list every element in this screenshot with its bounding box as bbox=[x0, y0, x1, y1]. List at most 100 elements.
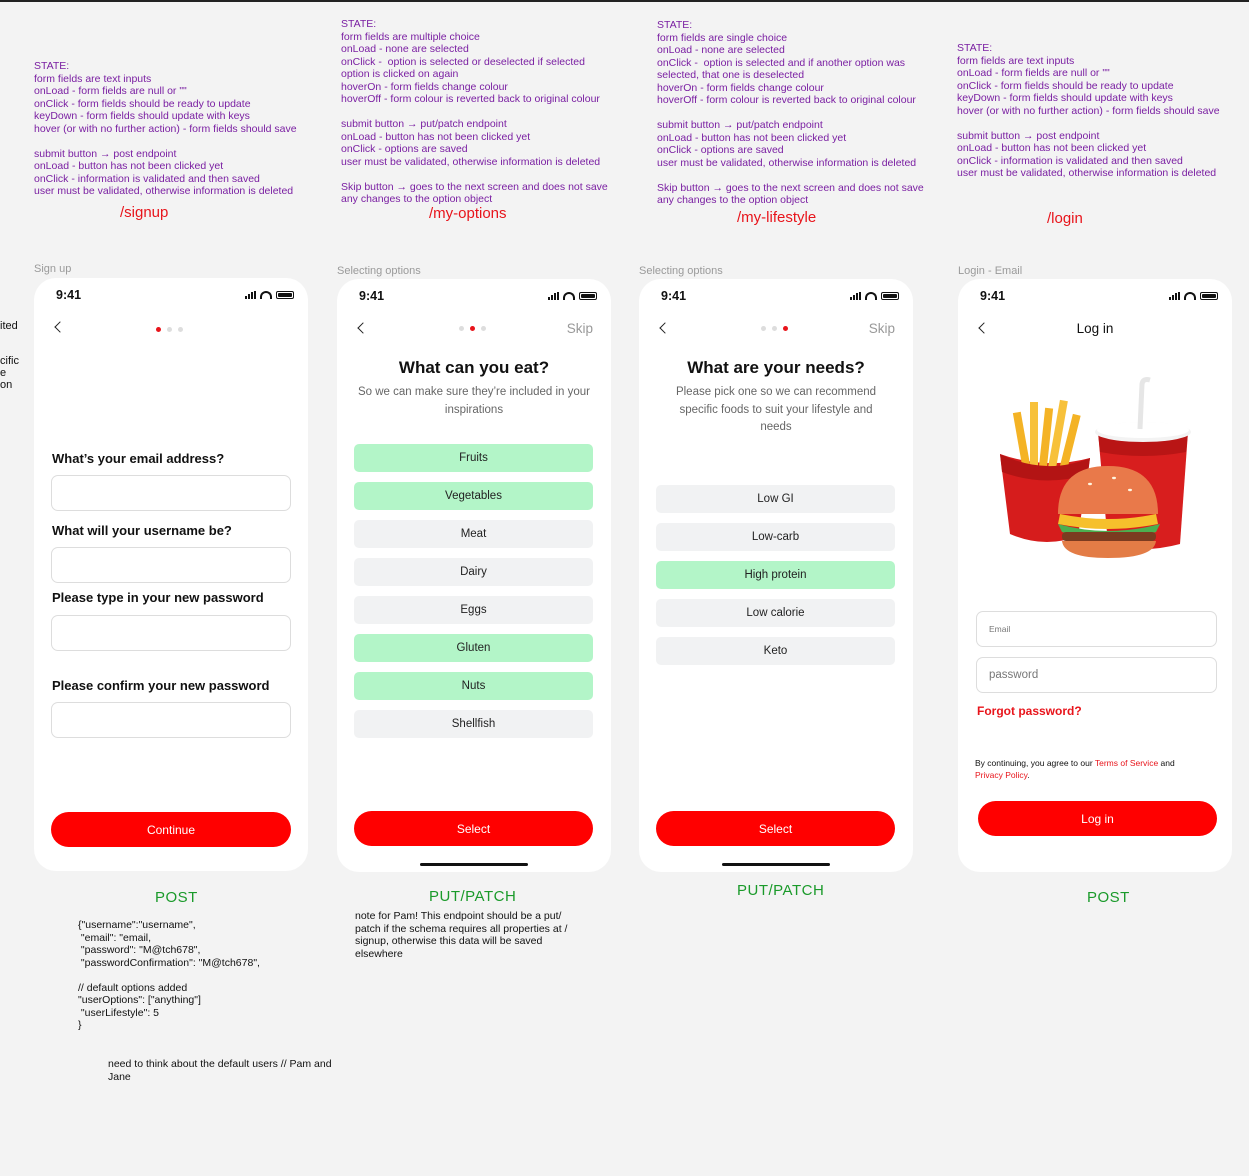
progress-dot-active bbox=[783, 326, 788, 331]
route-login: /login bbox=[1047, 210, 1083, 227]
progress-dots bbox=[459, 326, 486, 331]
status-time: 9:41 bbox=[359, 289, 385, 303]
option-shellfish[interactable]: Shellfish bbox=[354, 710, 593, 738]
signal-icon bbox=[245, 291, 256, 299]
skip-button[interactable]: Skip bbox=[869, 321, 895, 336]
cutoff-text: e bbox=[0, 367, 7, 379]
email-question: What’s your email address? bbox=[52, 451, 225, 466]
route-signup: /signup bbox=[120, 204, 169, 221]
battery-icon bbox=[881, 292, 899, 300]
state-note-lifestyle: STATE: form fields are single choice onL… bbox=[657, 19, 924, 206]
state-note-signup: STATE: form fields are text inputs onLoa… bbox=[34, 60, 297, 197]
progress-dots bbox=[761, 326, 788, 331]
status-time: 9:41 bbox=[56, 288, 82, 302]
state-note-options: STATE: form fields are multiple choice o… bbox=[341, 18, 608, 205]
option-low-calorie[interactable]: Low calorie bbox=[656, 599, 895, 627]
page-title: Log in bbox=[1076, 321, 1114, 336]
page-subtitle: Please pick one so we can recommend spec… bbox=[675, 386, 877, 433]
progress-dot bbox=[178, 327, 183, 332]
continue-button[interactable]: Continue bbox=[51, 812, 291, 847]
privacy-link[interactable]: Privacy Policy bbox=[975, 770, 1027, 780]
progress-dot bbox=[761, 326, 766, 331]
progress-dots bbox=[156, 327, 183, 332]
progress-dot-active bbox=[470, 326, 475, 331]
page-subtitle: So we can make sure they’re included in … bbox=[357, 386, 591, 416]
option-keto[interactable]: Keto bbox=[656, 637, 895, 665]
login-screen: 9:41 Log in Email password Forgot passwo… bbox=[958, 279, 1232, 872]
status-icons bbox=[548, 292, 597, 300]
progress-dot bbox=[167, 327, 172, 332]
cutoff-text: cific bbox=[0, 355, 19, 367]
status-icons bbox=[245, 291, 294, 299]
http-verb-signup: POST bbox=[155, 889, 198, 906]
option-gluten[interactable]: Gluten bbox=[354, 634, 593, 662]
http-verb-options: PUT/PATCH bbox=[429, 888, 517, 905]
route-lifestyle: /my-lifestyle bbox=[737, 209, 817, 226]
legal-end: . bbox=[1027, 770, 1030, 780]
home-indicator bbox=[722, 863, 830, 866]
option-fruits[interactable]: Fruits bbox=[354, 444, 593, 472]
status-time: 9:41 bbox=[980, 289, 1006, 303]
battery-icon bbox=[1200, 292, 1218, 300]
frame-label-options: Selecting options bbox=[337, 265, 421, 277]
progress-dot-active bbox=[156, 327, 161, 332]
frame-label-lifestyle: Selecting options bbox=[639, 265, 723, 277]
http-verb-lifestyle: PUT/PATCH bbox=[737, 882, 825, 899]
signal-icon bbox=[1169, 292, 1180, 300]
forgot-password-link[interactable]: Forgot password? bbox=[977, 704, 1082, 718]
option-low-gi[interactable]: Low GI bbox=[656, 485, 895, 513]
back-chevron-icon[interactable] bbox=[659, 322, 671, 334]
signup-screen: 9:41 What’s your email address? What wil… bbox=[34, 278, 308, 871]
password-field[interactable] bbox=[51, 615, 291, 651]
email-input[interactable]: Email bbox=[976, 611, 1217, 647]
username-field[interactable] bbox=[51, 547, 291, 583]
select-button[interactable]: Select bbox=[656, 811, 895, 846]
status-time: 9:41 bbox=[661, 289, 687, 303]
password-question: Please type in your new password bbox=[52, 590, 264, 605]
signal-icon bbox=[850, 292, 861, 300]
pam-note: note for Pam! This endpoint should be a … bbox=[355, 910, 568, 960]
option-eggs[interactable]: Eggs bbox=[354, 596, 593, 624]
cutoff-text: on bbox=[0, 379, 13, 391]
select-button[interactable]: Select bbox=[354, 811, 593, 846]
confirm-password-field[interactable] bbox=[51, 702, 291, 738]
options-screen: 9:41 Skip What can you eat? So we can ma… bbox=[337, 279, 611, 872]
progress-dot bbox=[459, 326, 464, 331]
terms-link[interactable]: Terms of Service bbox=[1095, 758, 1158, 768]
frame-label-login: Login - Email bbox=[958, 265, 1023, 277]
route-options: /my-options bbox=[429, 205, 507, 222]
wifi-icon bbox=[563, 292, 575, 300]
top-divider bbox=[0, 0, 1249, 2]
page-title: What are your needs? bbox=[687, 358, 865, 377]
legal-text: By continuing, you agree to our Terms of… bbox=[975, 757, 1215, 781]
option-meat[interactable]: Meat bbox=[354, 520, 593, 548]
wifi-icon bbox=[260, 291, 272, 299]
username-question: What will your username be? bbox=[52, 523, 232, 538]
lifestyle-screen: 9:41 Skip What are your needs? Please pi… bbox=[639, 279, 913, 872]
option-nuts[interactable]: Nuts bbox=[354, 672, 593, 700]
page-title: What can you eat? bbox=[398, 358, 550, 377]
password-input[interactable]: password bbox=[976, 657, 1217, 693]
cutoff-text: ited bbox=[0, 320, 18, 332]
option-low-carb[interactable]: Low-carb bbox=[656, 523, 895, 551]
skip-button[interactable]: Skip bbox=[567, 321, 593, 336]
home-indicator bbox=[420, 863, 528, 866]
wifi-icon bbox=[1184, 292, 1196, 300]
login-button[interactable]: Log in bbox=[978, 801, 1217, 836]
legal-prefix: By continuing, you agree to our bbox=[975, 758, 1095, 768]
back-chevron-icon[interactable] bbox=[357, 322, 369, 334]
signal-icon bbox=[548, 292, 559, 300]
wifi-icon bbox=[865, 292, 877, 300]
email-field[interactable] bbox=[51, 475, 291, 511]
status-icons bbox=[1169, 292, 1218, 300]
default-users-note: need to think about the default users //… bbox=[108, 1058, 332, 1083]
option-high-protein[interactable]: High protein bbox=[656, 561, 895, 589]
battery-icon bbox=[579, 292, 597, 300]
json-sample-note: {"username":"username", "email": "email,… bbox=[78, 919, 260, 1031]
back-chevron-icon[interactable] bbox=[54, 321, 66, 333]
http-verb-login: POST bbox=[1087, 889, 1130, 906]
progress-dot bbox=[481, 326, 486, 331]
option-vegetables[interactable]: Vegetables bbox=[354, 482, 593, 510]
legal-and: and bbox=[1158, 758, 1175, 768]
option-dairy[interactable]: Dairy bbox=[354, 558, 593, 586]
